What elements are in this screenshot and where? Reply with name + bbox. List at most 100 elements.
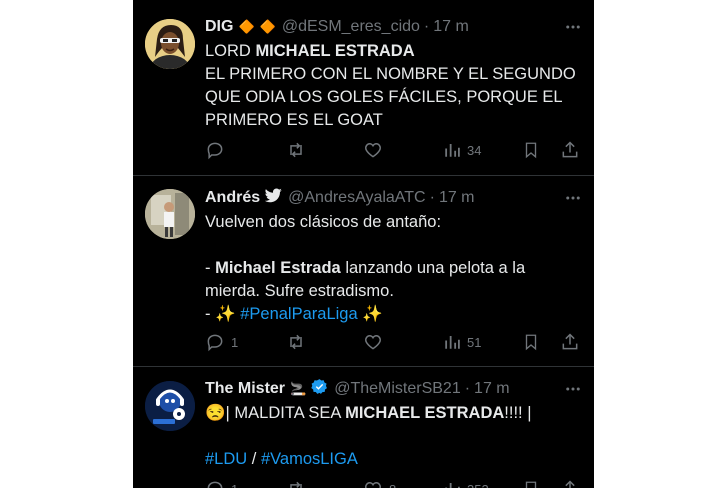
user-handle[interactable]: @TheMisterSB21 [334,380,461,398]
avatar-image [145,381,195,431]
text-segment: lanzando una pelota a la [340,259,526,277]
separator-dot: · [429,189,435,206]
views-icon [445,336,460,349]
more-options-button[interactable] [564,16,582,38]
avatar[interactable] [145,189,195,239]
tweet-header: DIG 🔶 🔶 @dESM_eres_cido · 17 m [205,16,582,38]
orange-diamond-badge: 🔶 [238,19,255,34]
bookmark-icon [525,481,537,488]
views-count: 352 [467,482,489,488]
retweet-icon [290,334,302,350]
bold-mention-text: MICHAEL ESTRADA [255,42,415,60]
user-handle[interactable]: @AndresAyalaATC [288,189,425,207]
tweet-text: LORD MICHAEL ESTRADA EL PRIMERO CON EL N… [205,40,576,132]
timestamp[interactable]: 17 m [433,18,469,36]
more-icon [566,387,580,391]
reply-button[interactable]: 1 [205,477,238,488]
reply-button[interactable]: 1 [205,330,238,354]
more-options-button[interactable] [564,187,582,209]
avatar-image [145,189,195,239]
timestamp[interactable]: 17 m [439,189,475,207]
retweet-icon [290,142,302,158]
avatar-image [145,19,195,69]
timeline-feed: DIG 🔶 🔶 @dESM_eres_cido · 17 m LORD MICH… [133,0,594,488]
like-button[interactable] [363,330,383,354]
more-icon [566,25,580,29]
orange-diamond-badge: 🔶 [259,19,276,34]
hashtag-link[interactable]: #LDU [205,450,247,468]
views-count: 34 [467,142,482,158]
share-icon [562,333,578,350]
text-line: Vuelven dos clásicos de antaño: [205,213,442,231]
bold-mention-text: Michael Estrada [215,259,341,277]
reply-button[interactable] [205,138,225,162]
timestamp[interactable]: 17 m [474,380,510,398]
views-button[interactable]: 51 [443,330,481,354]
text-line: mierda. Sufre estradismo. [205,282,394,300]
retweet-button[interactable] [285,330,307,354]
reply-icon [207,334,223,352]
bookmark-button[interactable] [522,477,540,488]
tweet-header: The Mister 🚬 @TheMisterSB21 · 17 m [205,378,582,400]
separator-dot: · [423,18,430,35]
hashtag-link[interactable]: #PenalParaLiga [240,305,357,323]
tweet-andres[interactable]: Andrés @AndresAyalaATC · 17 m Vuelven do… [133,176,594,366]
text-segment: ✨ [357,305,383,323]
like-button[interactable]: 8 [363,477,396,488]
text-segment: 😒| MALDITA SEA [205,404,346,422]
tweet-text: Vuelven dos clásicos de antaño: - Michae… [205,211,574,326]
hashtag-link[interactable]: #VamosLIGA [261,450,358,468]
tweet-actions: 1 8 352 [205,477,582,488]
tweet-actions: 1 51 [205,330,582,354]
views-button[interactable]: 352 [443,477,489,488]
tweet-text: 😒| MALDITA SEA MICHAEL ESTRADA!!!! | #LD… [205,402,574,471]
heart-icon [365,334,381,350]
like-button[interactable] [363,138,383,162]
tweet-header: Andrés @AndresAyalaATC · 17 m [205,187,582,209]
share-button[interactable] [560,330,580,354]
share-button[interactable] [560,477,580,488]
reply-count: 1 [231,334,239,350]
display-name[interactable]: The Mister [205,380,285,398]
bookmark-icon [525,142,537,159]
share-button[interactable] [560,138,580,162]
text-line: QUE ODIA LOS GOLES FÁCILES, PORQUE EL [205,88,563,106]
heart-icon [365,481,381,488]
text-line: PRIMERO ES EL GOAT [205,111,383,129]
share-icon [562,141,578,158]
text-segment: - [205,259,216,277]
reply-icon [207,481,223,488]
cigarette-emoji-badge: 🚬 [290,381,307,396]
user-handle[interactable]: @dESM_eres_cido [282,18,420,36]
bookmark-button[interactable] [522,330,540,354]
tweet-dig[interactable]: DIG 🔶 🔶 @dESM_eres_cido · 17 m LORD MICH… [133,0,594,175]
heart-icon [365,142,381,158]
more-icon [566,196,580,200]
verified-icon [311,378,328,400]
retweet-button[interactable] [285,138,307,162]
retweet-button[interactable] [285,477,307,488]
twitter-bird-icon [264,188,282,208]
bookmark-button[interactable] [522,138,540,162]
reply-icon [207,142,223,160]
separator-dot: · [464,380,471,397]
bookmark-icon [525,334,537,351]
tweet-actions: 34 [205,138,582,162]
avatar[interactable] [145,19,195,69]
reply-count: 1 [231,482,238,488]
bold-mention-text: MICHAEL ESTRADA [345,404,505,422]
text-segment: LORD [205,42,256,60]
tweet-the-mister[interactable]: The Mister 🚬 @TheMisterSB21 · 17 m 😒| MA… [133,367,594,488]
views-icon [445,144,460,157]
views-icon [445,483,460,488]
text-line: EL PRIMERO CON EL NOMBRE Y EL SEGUNDO [205,65,576,83]
display-name[interactable]: DIG [205,18,233,36]
text-segment: / [247,450,261,468]
views-count: 51 [467,334,482,350]
avatar[interactable] [145,381,195,431]
text-segment: !!!! | [504,404,532,422]
retweet-icon [290,481,302,488]
more-options-button[interactable] [564,378,582,400]
views-button[interactable]: 34 [443,138,481,162]
display-name[interactable]: Andrés [205,189,260,207]
